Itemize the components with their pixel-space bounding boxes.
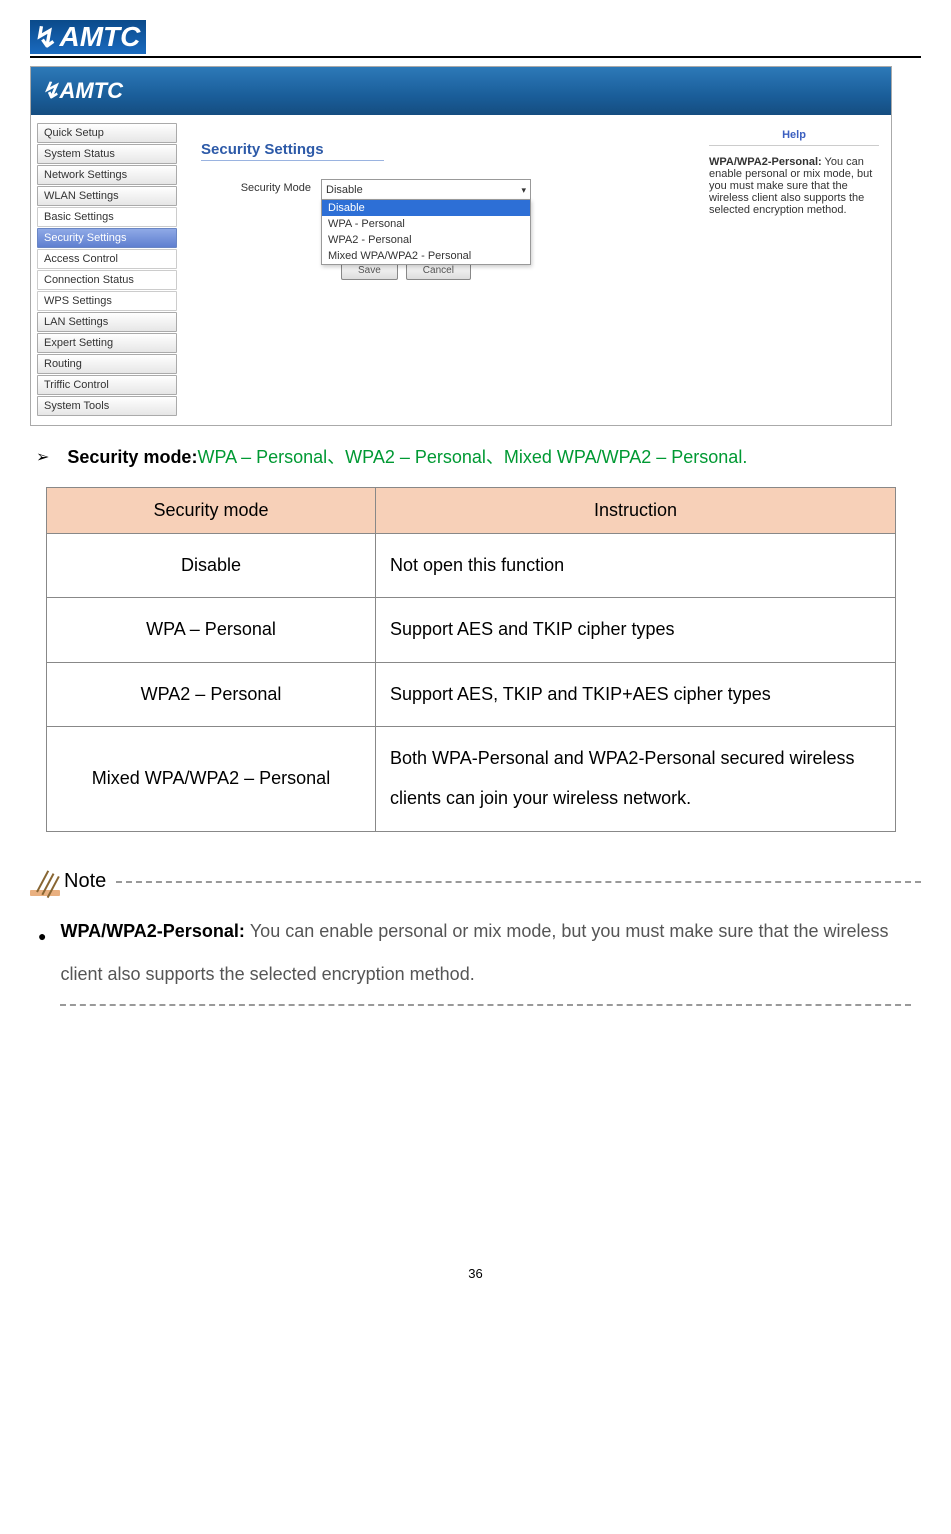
note-header: Note — [30, 868, 921, 896]
sidebar-item-network-settings[interactable]: Network Settings — [37, 165, 177, 185]
note-text: WPA/WPA2-Personal: You can enable person… — [60, 910, 921, 996]
help-text: WPA/WPA2-Personal: You can enable person… — [709, 156, 879, 216]
security-mode-select[interactable]: Disable ▾ Disable WPA - Personal WPA2 - … — [321, 179, 531, 201]
screenshot-banner: ↯ AMTC — [31, 67, 891, 115]
note-icon — [30, 868, 60, 896]
router-ui-screenshot: ↯ AMTC Quick Setup System Status Network… — [30, 66, 892, 426]
note-title: Note — [64, 870, 106, 893]
dropdown-option-wpa[interactable]: WPA - Personal — [322, 216, 530, 232]
arrow-bullet-icon: ➢ — [36, 444, 49, 471]
table-cell-desc: Support AES and TKIP cipher types — [376, 598, 896, 663]
sidebar-item-routing[interactable]: Routing — [37, 354, 177, 374]
select-value: Disable — [326, 184, 363, 196]
table-cell-desc: Both WPA-Personal and WPA2-Personal secu… — [376, 727, 896, 831]
chevron-down-icon: ▾ — [521, 185, 526, 196]
screenshot-logo: ↯ AMTC — [41, 78, 123, 104]
sidebar-item-expert-setting[interactable]: Expert Setting — [37, 333, 177, 353]
note-bullet: ● WPA/WPA2-Personal: You can enable pers… — [38, 910, 921, 996]
select-display[interactable]: Disable ▾ — [321, 179, 531, 201]
table-row: WPA2 – Personal Support AES, TKIP and TK… — [47, 662, 896, 727]
security-mode-table: Security mode Instruction Disable Not op… — [46, 487, 896, 832]
table-cell-mode: WPA – Personal — [47, 598, 376, 663]
table-row: Disable Not open this function — [47, 533, 896, 598]
help-bold: WPA/WPA2-Personal: — [709, 156, 822, 168]
sidebar: Quick Setup System Status Network Settin… — [31, 115, 181, 425]
bullet-content: Security mode:WPA – Personal、WPA2 – Pers… — [67, 442, 747, 473]
table-head-mode: Security mode — [47, 487, 376, 533]
sidebar-item-basic-settings[interactable]: Basic Settings — [37, 207, 177, 227]
form-label: Security Mode — [201, 179, 321, 194]
dropdown-option-mixed[interactable]: Mixed WPA/WPA2 - Personal — [322, 248, 530, 264]
sidebar-item-quick-setup[interactable]: Quick Setup — [37, 123, 177, 143]
sidebar-item-wlan-settings[interactable]: WLAN Settings — [37, 186, 177, 206]
dropdown-option-wpa2[interactable]: WPA2 - Personal — [322, 232, 530, 248]
sidebar-item-lan-settings[interactable]: LAN Settings — [37, 312, 177, 332]
page-header: ↯ AMTC — [30, 20, 921, 58]
form-row-security-mode: Security Mode Disable ▾ Disable WPA - Pe… — [201, 179, 691, 201]
bolt-icon: ↯ — [34, 21, 57, 54]
sidebar-item-wps-settings[interactable]: WPS Settings — [37, 291, 177, 311]
help-panel: Help WPA/WPA2-Personal: You can enable p… — [701, 115, 891, 216]
select-dropdown: Disable WPA - Personal WPA2 - Personal M… — [321, 199, 531, 265]
table-head-instruction: Instruction — [376, 487, 896, 533]
table-row: Mixed WPA/WPA2 – Personal Both WPA-Perso… — [47, 727, 896, 831]
logo-text: AMTC — [59, 21, 140, 53]
main-title: Security Settings — [201, 141, 384, 161]
bullet-modes: WPA – Personal、WPA2 – Personal、Mixed WPA… — [197, 447, 747, 467]
bullet-dot-icon: ● — [38, 920, 46, 996]
sidebar-item-traffic-control[interactable]: Triffic Control — [37, 375, 177, 395]
table-cell-mode: WPA2 – Personal — [47, 662, 376, 727]
sidebar-item-system-tools[interactable]: System Tools — [37, 396, 177, 416]
page-number: 36 — [30, 1266, 921, 1281]
bolt-icon: ↯ — [41, 78, 59, 104]
sidebar-item-security-settings[interactable]: Security Settings — [37, 228, 177, 248]
note-dash-line — [116, 881, 921, 883]
note-block: Note ● WPA/WPA2-Personal: You can enable… — [30, 868, 921, 1006]
amtc-logo: ↯ AMTC — [30, 20, 146, 54]
table-cell-desc: Support AES, TKIP and TKIP+AES cipher ty… — [376, 662, 896, 727]
screenshot-logo-text: AMTC — [59, 78, 123, 104]
sidebar-item-connection-status[interactable]: Connection Status — [37, 270, 177, 290]
table-cell-mode: Disable — [47, 533, 376, 598]
sidebar-item-system-status[interactable]: System Status — [37, 144, 177, 164]
main-panel: Security Settings Security Mode Disable … — [201, 135, 691, 280]
note-bold: WPA/WPA2-Personal: — [60, 921, 249, 941]
table-cell-mode: Mixed WPA/WPA2 – Personal — [47, 727, 376, 831]
note-bottom-dash — [60, 1004, 911, 1006]
table-cell-desc: Not open this function — [376, 533, 896, 598]
sidebar-item-access-control[interactable]: Access Control — [37, 249, 177, 269]
security-mode-bullet: ➢ Security mode:WPA – Personal、WPA2 – Pe… — [36, 442, 921, 473]
dropdown-option-disable[interactable]: Disable — [322, 200, 530, 216]
table-row: WPA – Personal Support AES and TKIP ciph… — [47, 598, 896, 663]
screenshot-body: Quick Setup System Status Network Settin… — [31, 115, 891, 425]
help-title: Help — [709, 129, 879, 146]
bullet-label: Security mode: — [67, 447, 197, 467]
